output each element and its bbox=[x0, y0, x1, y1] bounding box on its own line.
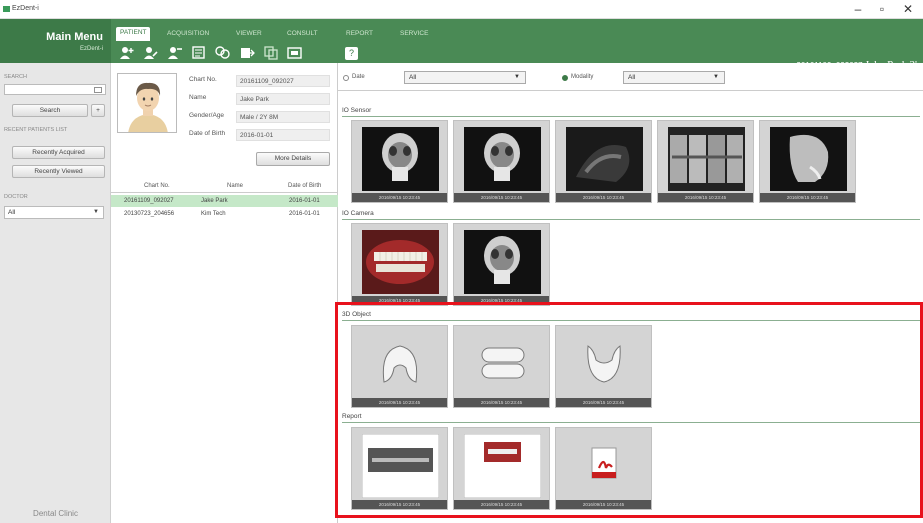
app-logo-icon bbox=[3, 6, 10, 12]
gender-age-value: Male / 2Y 8M bbox=[236, 111, 330, 123]
thumbnail-xray-pano-strips[interactable]: 2016/09/15 10:23:45 bbox=[657, 120, 754, 203]
doctor-label: DOCTOR bbox=[4, 194, 28, 200]
dob-label: Date of Birth bbox=[189, 130, 226, 137]
thumbnail-xray-ceph-lateral[interactable]: 2016/09/15 10:23:45 bbox=[759, 120, 856, 203]
chevron-down-icon: ▼ bbox=[713, 74, 719, 80]
thumbnail-caption: 2016/09/15 10:23:45 bbox=[658, 193, 753, 202]
xray-ceph-front-image bbox=[362, 127, 439, 191]
thumbnail-caption: 2016/09/15 10:23:45 bbox=[760, 193, 855, 202]
window-title: EzDent-i bbox=[12, 5, 39, 12]
patient-panel: Chart No. 20161109_092027 Name Jake Park… bbox=[111, 63, 338, 523]
thumbnail-photo-teeth[interactable]: 2016/09/15 10:23:45 bbox=[351, 223, 448, 306]
thumbnail-xray-ceph-front[interactable]: 2016/09/15 10:23:45 bbox=[351, 120, 448, 203]
search-label: SEARCH bbox=[4, 74, 27, 80]
thumbnail-xray-ceph-front[interactable]: 2016/09/15 10:23:45 bbox=[453, 120, 550, 203]
chevron-down-icon: ▼ bbox=[514, 74, 520, 80]
section-divider bbox=[342, 219, 920, 220]
header-name[interactable]: Name bbox=[227, 183, 243, 189]
tab-consult[interactable]: CONSULT bbox=[283, 28, 322, 41]
section-title-io-sensor: IO Sensor bbox=[342, 107, 372, 114]
search-button[interactable]: Search bbox=[12, 104, 88, 117]
main-menu-button[interactable]: Main Menu EzDent-i bbox=[0, 19, 111, 63]
recently-viewed-button[interactable]: Recently Viewed bbox=[12, 165, 105, 178]
tab-acquisition[interactable]: ACQUISITION bbox=[163, 28, 213, 41]
filter-bar: Date All ▼ Modality All ▼ bbox=[338, 63, 923, 91]
section-divider bbox=[342, 116, 920, 117]
name-value: Jake Park bbox=[236, 93, 330, 105]
patient-list-header: Chart No. Name Date of Birth bbox=[111, 181, 338, 193]
main-menu-subtitle: EzDent-i bbox=[79, 46, 103, 52]
title-bar: EzDent-i – ▫ ✕ bbox=[0, 0, 923, 19]
xray-ceph-front-image bbox=[464, 127, 541, 191]
app-header: PATIENT ACQUISITION VIEWER CONSULT REPOR… bbox=[0, 19, 923, 71]
header-chart-no[interactable]: Chart No. bbox=[144, 183, 170, 189]
date-select-value: All bbox=[409, 74, 417, 81]
merge-patient-icon[interactable] bbox=[214, 44, 231, 61]
row-chart-no: 20130723_204656 bbox=[124, 211, 175, 217]
row-dob: 2016-01-01 bbox=[289, 211, 320, 217]
gender-age-label: Gender/Age bbox=[189, 112, 225, 119]
clinic-name: Dental Clinic bbox=[33, 509, 78, 518]
close-button[interactable]: ✕ bbox=[896, 2, 920, 17]
modality-radio[interactable] bbox=[562, 75, 568, 81]
row-name: Jake Park bbox=[201, 198, 228, 204]
copy-patient-icon[interactable] bbox=[262, 44, 279, 61]
delete-patient-icon[interactable] bbox=[166, 44, 183, 61]
row-name: Kim Tech bbox=[201, 211, 226, 217]
highlight-box bbox=[335, 302, 923, 518]
section-title-io-camera: IO Camera bbox=[342, 210, 374, 217]
doctor-select-value: All bbox=[8, 209, 16, 216]
search-input[interactable] bbox=[4, 84, 106, 95]
row-dob: 2016-01-01 bbox=[289, 198, 320, 204]
photo-teeth-image bbox=[362, 230, 439, 294]
xray-dark-image bbox=[566, 127, 643, 191]
export-patient-icon[interactable] bbox=[238, 44, 255, 61]
tab-patient[interactable]: PATIENT bbox=[116, 27, 151, 41]
date-select[interactable]: All ▼ bbox=[404, 71, 526, 84]
patient-avatar bbox=[117, 73, 177, 133]
help-icon[interactable]: ? bbox=[345, 47, 358, 60]
name-label: Name bbox=[189, 94, 207, 101]
add-search-button[interactable]: + bbox=[91, 104, 105, 117]
tab-viewer[interactable]: VIEWER bbox=[232, 28, 266, 41]
sidebar: SEARCH Search + RECENT PATIENTS LIST Rec… bbox=[0, 63, 111, 523]
doctor-select[interactable]: All ▼ bbox=[4, 206, 104, 219]
more-details-button[interactable]: More Details bbox=[256, 152, 330, 166]
modality-select[interactable]: All ▼ bbox=[623, 71, 725, 84]
xray-ceph-front-image bbox=[464, 230, 541, 294]
tab-service[interactable]: SERVICE bbox=[396, 28, 432, 41]
maximize-button[interactable]: ▫ bbox=[870, 2, 894, 17]
patient-list-icon[interactable] bbox=[190, 44, 207, 61]
chart-no-value: 20161109_092027 bbox=[236, 75, 330, 87]
main-menu-title: Main Menu bbox=[46, 31, 103, 43]
thumbnail-caption: 2016/09/15 10:23:45 bbox=[454, 193, 549, 202]
thumbnail-xray-ceph-front[interactable]: 2016/09/15 10:23:45 bbox=[453, 223, 550, 306]
keyboard-icon[interactable] bbox=[94, 87, 102, 93]
tab-report[interactable]: REPORT bbox=[342, 28, 377, 41]
person-avatar-icon bbox=[118, 74, 176, 132]
header-dob[interactable]: Date of Birth bbox=[288, 183, 321, 189]
xray-ceph-lateral-image bbox=[770, 127, 847, 191]
screen-capture-icon[interactable] bbox=[286, 44, 303, 61]
table-row[interactable]: 20161109_092027 Jake Park 2016-01-01 bbox=[111, 195, 338, 207]
thumbnail-xray-dark[interactable]: 2016/09/15 10:23:45 bbox=[555, 120, 652, 203]
dob-value: 2016-01-01 bbox=[236, 129, 330, 141]
chevron-down-icon: ▼ bbox=[93, 209, 99, 215]
table-row[interactable]: 20130723_204656 Kim Tech 2016-01-01 bbox=[111, 208, 338, 220]
date-radio[interactable] bbox=[343, 75, 349, 81]
edit-patient-icon[interactable] bbox=[142, 44, 159, 61]
minimize-button[interactable]: – bbox=[846, 2, 870, 17]
modality-select-value: All bbox=[628, 74, 636, 81]
recent-patients-label: RECENT PATIENTS LIST bbox=[4, 127, 68, 133]
thumbnail-caption: 2016/09/15 10:23:45 bbox=[352, 193, 447, 202]
date-label: Date bbox=[352, 74, 365, 80]
recently-acquired-button[interactable]: Recently Acquired bbox=[12, 146, 105, 159]
modality-label: Modality bbox=[571, 74, 594, 80]
add-patient-icon[interactable] bbox=[118, 44, 135, 61]
thumbnail-caption: 2016/09/15 10:23:45 bbox=[556, 193, 651, 202]
row-chart-no: 20161109_092027 bbox=[124, 198, 174, 204]
xray-pano-strips-image bbox=[668, 127, 745, 191]
chart-no-label: Chart No. bbox=[189, 76, 217, 83]
